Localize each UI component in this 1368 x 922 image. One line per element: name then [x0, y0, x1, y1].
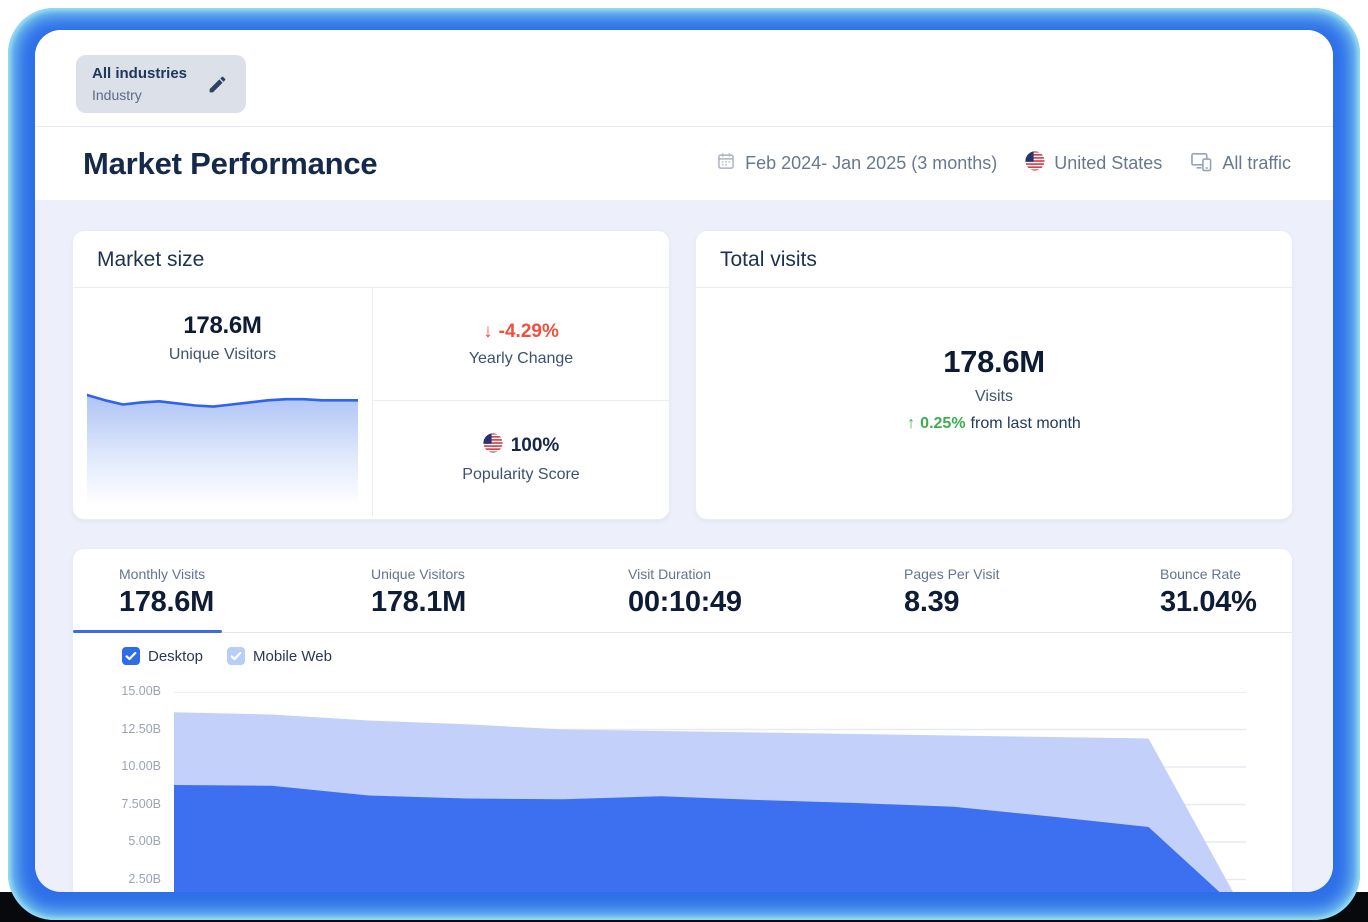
market-size-title: Market size: [73, 231, 669, 288]
page-title: Market Performance: [83, 146, 377, 182]
total-visits-body: 178.6M Visits ↑ 0.25% from last month: [696, 288, 1292, 516]
metric-value: 00:10:49: [628, 586, 742, 619]
traffic-filter-label: All traffic: [1222, 153, 1291, 174]
mobile-web-label: Mobile Web: [253, 648, 332, 665]
pencil-icon[interactable]: [207, 74, 228, 95]
traffic-filter[interactable]: All traffic: [1190, 151, 1291, 177]
total-visits-label: Visits: [975, 388, 1013, 406]
industry-selector[interactable]: All industries Industry: [76, 55, 246, 113]
dashboard-panel: All industries Industry Market Performan…: [35, 30, 1333, 892]
industry-selector-value: All industries: [92, 63, 187, 85]
total-visits-card: Total visits 178.6M Visits ↑ 0.25% from …: [695, 230, 1293, 520]
date-range-filter-label: Feb 2024- Jan 2025 (3 months): [745, 153, 997, 174]
desktop-checkbox[interactable]: [122, 647, 140, 665]
industry-selector-text: All industries Industry: [92, 63, 187, 105]
title-row: Market Performance Feb 2024- Jan 2025 (3…: [35, 127, 1333, 200]
calendar-icon: [716, 151, 736, 176]
metric-label: Visit Duration: [628, 566, 742, 582]
popularity-score-cell: 100% Popularity Score: [373, 401, 669, 516]
date-range-filter[interactable]: Feb 2024- Jan 2025 (3 months): [716, 151, 997, 176]
active-tab-underline: [73, 630, 222, 633]
metric-value: 31.04%: [1160, 586, 1257, 619]
market-size-card: Market size 178.6M Unique Visitors ↓ -4.…: [72, 230, 670, 520]
device-legend: Desktop Mobile Web: [122, 647, 332, 665]
popularity-score-value: 100%: [511, 435, 560, 457]
y-tick-label: 2.50B: [103, 872, 161, 886]
metric-label: Bounce Rate: [1160, 566, 1257, 582]
total-visits-change-suffix: from last month: [971, 415, 1081, 433]
arrow-down-icon: ↓: [483, 321, 493, 343]
devices-icon: [1190, 151, 1213, 177]
legend-desktop[interactable]: Desktop: [122, 647, 203, 665]
metric-label: Unique Visitors: [371, 566, 466, 582]
metric-tab-monthly-visits[interactable]: Monthly Visits 178.6M: [119, 566, 214, 619]
metric-tab-pages-per-visit[interactable]: Pages Per Visit 8.39: [904, 566, 999, 619]
metric-tab-bounce-rate[interactable]: Bounce Rate 31.04%: [1160, 566, 1257, 619]
traffic-card: Monthly Visits 178.6M Unique Visitors 178.1…: [72, 548, 1293, 892]
legend-mobile-web[interactable]: Mobile Web: [227, 647, 332, 665]
metrics-tab-strip: Monthly Visits 178.6M Unique Visitors 178.1…: [73, 549, 1292, 633]
us-flag-icon: [483, 433, 503, 459]
metric-value: 8.39: [904, 586, 999, 619]
header-filters: Feb 2024- Jan 2025 (3 months) United Stat…: [716, 151, 1291, 177]
unique-visitors-value: 178.6M: [73, 312, 372, 340]
yearly-change-label: Yearly Change: [469, 350, 573, 368]
industry-selector-label: Industry: [92, 85, 187, 105]
country-filter[interactable]: United States: [1025, 151, 1162, 176]
yearly-change-cell: ↓ -4.29% Yearly Change: [373, 288, 669, 400]
metric-tab-visit-duration[interactable]: Visit Duration 00:10:49: [628, 566, 742, 619]
y-tick-label: 12.50B: [103, 722, 161, 736]
metric-tab-unique-visitors[interactable]: Unique Visitors 178.1M: [371, 566, 466, 619]
unique-visitors-cell: 178.6M Unique Visitors: [73, 288, 372, 516]
stacked-area-chart: [174, 692, 1246, 892]
y-tick-label: 15.00B: [103, 684, 161, 698]
metric-value: 178.1M: [371, 586, 466, 619]
total-visits-value: 178.6M: [943, 344, 1045, 380]
y-tick-label: 5.00B: [103, 834, 161, 848]
yearly-change-value: -4.29%: [499, 321, 559, 343]
market-size-body: 178.6M Unique Visitors ↓ -4.29% Yearly C…: [73, 288, 669, 516]
arrow-up-icon: ↑: [907, 415, 915, 433]
header: All industries Industry Market Performan…: [35, 30, 1333, 200]
metric-label: Monthly Visits: [119, 566, 214, 582]
total-visits-change-value: 0.25%: [920, 415, 965, 433]
metric-label: Pages Per Visit: [904, 566, 999, 582]
country-filter-label: United States: [1054, 153, 1162, 174]
total-visits-title: Total visits: [696, 231, 1292, 288]
y-tick-label: 7.500B: [103, 797, 161, 811]
unique-visitors-label: Unique Visitors: [73, 346, 372, 364]
y-tick-label: 10.00B: [103, 759, 161, 773]
desktop-label: Desktop: [148, 648, 203, 665]
popularity-score-label: Popularity Score: [462, 466, 579, 484]
mobile-web-checkbox[interactable]: [227, 647, 245, 665]
us-flag-icon: [1025, 151, 1045, 176]
metric-value: 178.6M: [119, 586, 214, 619]
unique-visitors-sparkline: [87, 391, 358, 505]
